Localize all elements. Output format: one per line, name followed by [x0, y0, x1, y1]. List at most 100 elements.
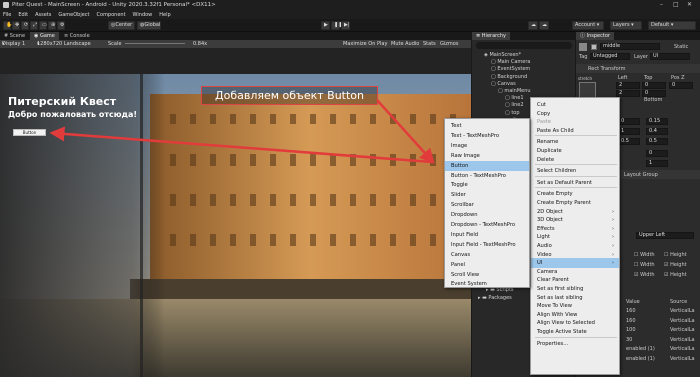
rotate-tool-button[interactable]: ⟳ — [21, 21, 29, 30]
scale-slider[interactable] — [125, 43, 185, 44]
top-field[interactable]: 0 — [642, 82, 666, 89]
hierarchy-search-input[interactable] — [476, 42, 572, 49]
menu-gameobject[interactable]: GameObject — [58, 12, 89, 18]
menu-item-canvas[interactable]: Canvas — [445, 250, 529, 260]
global-toggle[interactable]: ◍Global — [137, 21, 161, 30]
menu-window[interactable]: Window — [133, 12, 153, 18]
bottom-field[interactable]: 0 — [642, 90, 666, 97]
static-toggle[interactable]: Static — [674, 44, 688, 50]
stats-toggle[interactable]: Stats — [423, 40, 436, 48]
maximize-on-play-toggle[interactable]: Maximize On Play — [343, 40, 387, 48]
menu-item-dropdown-textmeshpro[interactable]: Dropdown - TextMeshPro — [445, 220, 529, 230]
right-field[interactable]: 2 — [616, 90, 640, 97]
layout-dropdown[interactable]: Default ▾ — [648, 21, 696, 30]
menu-item-set-as-default-parent[interactable]: Set as Default Parent — [531, 178, 619, 188]
menu-file[interactable]: File — [3, 12, 11, 18]
hierarchy-item[interactable]: ▢ top — [505, 110, 520, 116]
menu-item-text[interactable]: Text — [445, 121, 529, 131]
display-dropdown[interactable]: Display 1 ▾ — [2, 40, 25, 48]
maximize-icon[interactable]: □ — [673, 1, 679, 8]
scale-tool-button[interactable]: ⤢ — [30, 21, 38, 30]
scale-height-checkbox[interactable]: ☑ Height — [664, 262, 687, 268]
tag-dropdown[interactable]: Untagged — [590, 53, 630, 60]
tab-game[interactable]: ◉ Game — [30, 32, 59, 40]
hierarchy-item[interactable]: ▢ line1 — [505, 95, 524, 101]
hierarchy-item[interactable]: ▢ Background — [491, 74, 527, 80]
menu-edit[interactable]: Edit — [18, 12, 28, 18]
hand-tool-button[interactable]: ✋ — [3, 21, 12, 30]
close-icon[interactable]: ✕ — [687, 1, 692, 8]
gizmos-dropdown[interactable]: Gizmos — [440, 40, 458, 48]
tab-console[interactable]: ≡ Console — [60, 32, 94, 40]
menu-item-properties[interactable]: Properties... — [531, 339, 619, 349]
custom-tool-button[interactable]: ⚙ — [57, 21, 65, 30]
left-field[interactable]: 2 — [616, 82, 640, 89]
active-checkbox[interactable] — [591, 44, 597, 50]
minimize-icon[interactable]: – — [660, 1, 663, 8]
collab-button[interactable]: ☁ — [528, 21, 538, 30]
play-button[interactable]: ▶ — [321, 21, 330, 30]
pivot-y-field[interactable]: 0.5 — [646, 138, 668, 145]
expand-height-checkbox[interactable]: ☑ Height — [664, 272, 687, 278]
rotation-y-field[interactable]: 0 — [646, 150, 668, 157]
menu-item-text-textmeshpro[interactable]: Text - TextMeshPro — [445, 131, 529, 141]
control-height-checkbox[interactable]: ☐ Height — [664, 252, 687, 258]
menu-item-image[interactable]: Image — [445, 141, 529, 151]
transform-tool-button[interactable]: ⊕ — [48, 21, 56, 30]
mute-audio-toggle[interactable]: Mute Audio — [391, 40, 419, 48]
menu-item-select-children[interactable]: Select Children — [531, 166, 619, 176]
menu-item-event-system[interactable]: Event System — [445, 279, 529, 289]
pivot-center-toggle[interactable]: ◎Center — [108, 21, 135, 30]
menu-item-paste-as-child[interactable]: Paste As Child — [531, 126, 619, 136]
posz-field[interactable]: 0 — [669, 82, 693, 89]
anchor-min-x-field[interactable]: 0 — [618, 118, 640, 125]
hierarchy-packages-folder[interactable]: ▸ ▬ Packages — [478, 295, 512, 301]
scale-y-field[interactable]: 1 — [646, 160, 668, 167]
hierarchy-item[interactable]: ▢ mainMenu — [498, 88, 531, 94]
menu-item-button-textmeshpro[interactable]: Button - TextMeshPro — [445, 171, 529, 181]
game-ui-button[interactable]: Button — [13, 129, 46, 136]
menu-item-scrollbar[interactable]: Scrollbar — [445, 200, 529, 210]
step-button[interactable]: ▶| — [341, 21, 350, 30]
table-cell-source: VerticalLa — [670, 327, 695, 333]
expand-width-checkbox[interactable]: ☑ Width — [634, 272, 655, 278]
menu-component[interactable]: Component — [97, 12, 126, 18]
menu-item-raw-image[interactable]: Raw Image — [445, 151, 529, 161]
menu-help[interactable]: Help — [159, 12, 170, 18]
anchor-max-x-field[interactable]: 1 — [618, 128, 640, 135]
rect-tool-button[interactable]: ▭ — [39, 21, 47, 30]
layer-dropdown[interactable]: UI — [650, 53, 690, 60]
menu-item-delete[interactable]: Delete — [531, 155, 619, 165]
scale-width-checkbox[interactable]: ☐ Width — [634, 262, 655, 268]
pause-button[interactable]: ❚❚ — [331, 21, 342, 30]
account-dropdown[interactable]: Account ▾ — [572, 21, 604, 30]
anchor-max-y-field[interactable]: 0.4 — [646, 128, 668, 135]
menu-item-dropdown[interactable]: Dropdown — [445, 210, 529, 220]
anchor-min-y-field[interactable]: 0.15 — [646, 118, 668, 125]
control-width-checkbox[interactable]: ☐ Width — [634, 252, 655, 258]
menu-item-input-field[interactable]: Input Field — [445, 230, 529, 240]
menu-item-toggle-active-state[interactable]: Toggle Active State — [531, 327, 619, 337]
hierarchy-item[interactable]: ▢ Canvas — [491, 81, 516, 87]
menu-assets[interactable]: Assets — [35, 12, 51, 18]
layers-dropdown[interactable]: Layers ▾ — [610, 21, 642, 30]
object-name-field[interactable]: middle — [600, 43, 660, 50]
menu-item-panel[interactable]: Panel — [445, 260, 529, 270]
hierarchy-item[interactable]: ◈ MainScreen* — [484, 52, 521, 58]
move-tool-button[interactable]: ✥ — [12, 21, 20, 30]
tab-inspector[interactable]: ⓘ Inspector — [576, 32, 614, 40]
hierarchy-item[interactable]: ▢ Main Camera — [491, 59, 530, 65]
services-button[interactable]: ☁ — [539, 21, 549, 30]
menu-item-input-field-textmeshpro[interactable]: Input Field - TextMeshPro — [445, 240, 529, 250]
tab-hierarchy[interactable]: ≣ Hierarchy — [472, 32, 510, 40]
child-alignment-dropdown[interactable]: Upper Left — [636, 232, 694, 239]
hierarchy-item[interactable]: ▢ line2 — [505, 102, 524, 108]
menu-item-button[interactable]: Button — [445, 160, 529, 171]
tab-scene[interactable]: # Scene — [0, 32, 29, 40]
hierarchy-item[interactable]: ▢ EventSystem — [491, 66, 530, 72]
resolution-dropdown[interactable]: 1280x720 Landscape ▾ — [37, 40, 91, 48]
menu-item-slider[interactable]: Slider — [445, 190, 529, 200]
pivot-x-field[interactable]: 0.5 — [618, 138, 640, 145]
menu-item-scroll-view[interactable]: Scroll View — [445, 270, 529, 280]
menu-item-toggle[interactable]: Toggle — [445, 180, 529, 190]
